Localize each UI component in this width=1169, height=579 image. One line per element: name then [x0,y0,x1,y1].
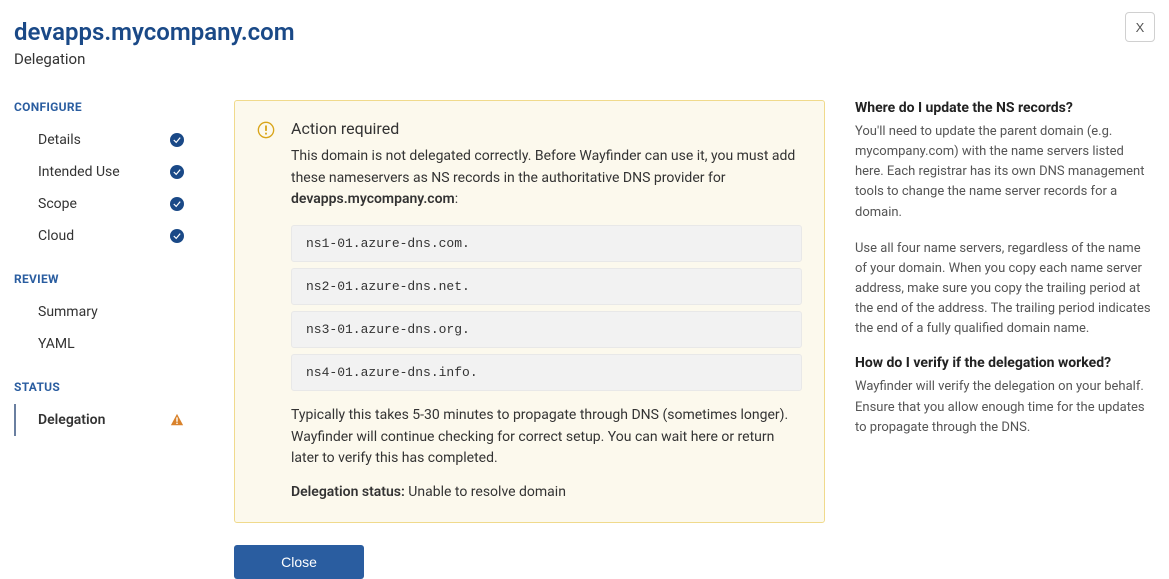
check-icon [170,133,184,147]
page-title: devapps.mycompany.com [14,18,1155,46]
nameserver-item: ns1-01.azure-dns.com. [291,225,802,262]
nav-item-delegation[interactable]: Delegation [14,404,234,436]
help-panel: Where do I update the NS records? You'll… [845,100,1155,579]
nav-group-review: Summary YAML [14,296,234,360]
alert-text-after: : [455,191,458,207]
alert-title: Action required [291,119,802,138]
nav-item-scope[interactable]: Scope [14,188,234,220]
nameserver-item: ns2-01.azure-dns.net. [291,268,802,305]
check-icon [170,165,184,179]
help-q1-p1: You'll need to update the parent domain … [855,122,1155,223]
warning-icon [170,413,184,427]
nav-group-configure: Details Intended Use Scope Cloud [14,124,234,252]
alert-intro-text: This domain is not delegated correctly. … [291,146,802,211]
nav-item-label: Details [38,132,81,148]
main-content: Action required This domain is not deleg… [234,100,845,579]
alert-body: Action required This domain is not deleg… [291,119,802,500]
nav-group-status: Delegation [14,404,234,436]
nav-item-details[interactable]: Details [14,124,234,156]
nav-item-label: Intended Use [38,164,120,180]
page-subtitle: Delegation [14,50,1155,68]
page-header: devapps.mycompany.com Delegation [0,0,1169,68]
check-icon [170,197,184,211]
section-configure-label: CONFIGURE [14,100,234,114]
help-q1-p2: Use all four name servers, regardless of… [855,239,1155,340]
nav-item-label: Scope [38,196,77,212]
help-q2-title: How do I verify if the delegation worked… [855,355,1155,371]
nav-item-yaml[interactable]: YAML [14,328,234,360]
alert-icon [257,119,275,500]
nav-item-cloud[interactable]: Cloud [14,220,234,252]
nameserver-item: ns4-01.azure-dns.info. [291,354,802,391]
delegation-status-label: Delegation status: [291,484,405,500]
help-q1-title: Where do I update the NS records? [855,100,1155,116]
delegation-status-value: Unable to resolve domain [405,484,566,500]
alert-action-required: Action required This domain is not deleg… [234,100,825,523]
help-q2-p1: Wayfinder will verify the delegation on … [855,377,1155,437]
alert-text-bold: devapps.mycompany.com [291,191,455,207]
alert-propagation-text: Typically this takes 5-30 minutes to pro… [291,405,802,470]
section-review-label: REVIEW [14,272,234,286]
nameserver-item: ns3-01.azure-dns.org. [291,311,802,348]
nav-item-label: YAML [38,336,75,352]
close-x-button[interactable]: X [1125,12,1155,42]
delegation-status: Delegation status: Unable to resolve dom… [291,484,802,500]
nav-item-label: Delegation [38,412,105,428]
sidebar: CONFIGURE Details Intended Use Scope [14,100,234,579]
nav-item-summary[interactable]: Summary [14,296,234,328]
close-button[interactable]: Close [234,545,364,579]
nav-item-label: Cloud [38,228,74,244]
nav-item-intended-use[interactable]: Intended Use [14,156,234,188]
check-icon [170,229,184,243]
nameserver-list: ns1-01.azure-dns.com. ns2-01.azure-dns.n… [291,225,802,391]
nav-item-label: Summary [38,304,98,320]
alert-text-before: This domain is not delegated correctly. … [291,148,795,186]
section-status-label: STATUS [14,380,234,394]
